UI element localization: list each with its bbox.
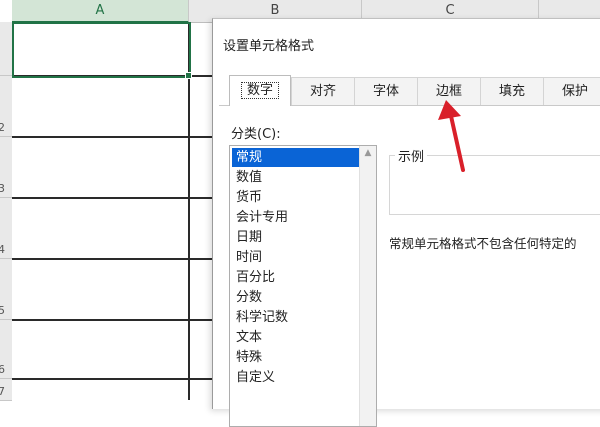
row-header-5[interactable]: 5: [0, 259, 12, 320]
row-header-7-label: 7: [0, 385, 5, 398]
category-listbox[interactable]: 常规 数值 货币 会计专用 日期 时间 百分比 分数 科学记数 文本 特殊 自定…: [229, 145, 377, 427]
sample-label: 示例: [395, 146, 428, 165]
cell-border-row-4: [12, 258, 212, 260]
category-item-general[interactable]: 常规: [232, 148, 360, 167]
tab-protection[interactable]: 保护: [543, 77, 600, 105]
tab-strip: 数字 对齐 字体 边框 填充 保护: [219, 75, 600, 106]
row-header-5-label: 5: [0, 304, 5, 317]
column-header-b-label: B: [270, 3, 280, 18]
listbox-scrollbar[interactable]: ▲: [359, 146, 376, 426]
scroll-up-icon[interactable]: ▲: [360, 148, 376, 158]
row-header-1[interactable]: [0, 22, 12, 76]
column-header-a-label: A: [95, 3, 105, 18]
row-header-4[interactable]: 4: [0, 198, 12, 259]
tab-number-label: 数字: [240, 82, 279, 99]
category-item-number[interactable]: 数值: [232, 168, 360, 187]
format-description: 常规单元格格式不包含任何特定的: [389, 236, 577, 251]
row-header-6-label: 6: [0, 363, 5, 376]
column-header-c-label: C: [445, 3, 455, 18]
category-item-custom[interactable]: 自定义: [232, 368, 360, 387]
cell-border-row-5: [12, 319, 212, 321]
category-item-fraction[interactable]: 分数: [232, 288, 360, 307]
category-item-currency[interactable]: 货币: [232, 188, 360, 207]
tab-alignment-label: 对齐: [309, 84, 336, 99]
tab-border[interactable]: 边框: [417, 77, 481, 105]
category-item-date[interactable]: 日期: [232, 228, 360, 247]
category-item-special[interactable]: 特殊: [232, 348, 360, 367]
column-header-a[interactable]: A: [12, 0, 189, 23]
row-header-3[interactable]: 3: [0, 137, 12, 198]
cell-border-row-3: [12, 197, 212, 199]
category-item-scientific[interactable]: 科学记数: [232, 308, 360, 327]
tab-font-label: 字体: [372, 84, 399, 99]
tab-alignment[interactable]: 对齐: [291, 77, 355, 105]
tab-fill[interactable]: 填充: [480, 77, 544, 105]
row-header-2-label: 2: [0, 121, 5, 134]
category-item-percentage[interactable]: 百分比: [232, 268, 360, 287]
cell-border-row-6: [12, 378, 212, 380]
dialog-title: 设置单元格格式: [223, 39, 315, 54]
row-header-3-label: 3: [0, 182, 5, 195]
tab-number[interactable]: 数字: [229, 75, 291, 106]
category-item-time[interactable]: 时间: [232, 248, 360, 267]
row-header-2[interactable]: 2: [0, 76, 12, 137]
tab-border-label: 边框: [435, 84, 462, 99]
tab-protection-label: 保护: [561, 84, 588, 99]
category-item-accounting[interactable]: 会计专用: [232, 208, 360, 227]
row-header-7[interactable]: 7: [0, 379, 12, 401]
cell-border-row-2: [12, 136, 212, 138]
active-cell-a1[interactable]: [12, 22, 191, 78]
format-cells-dialog: 设置单元格格式 数字 对齐 字体 边框 填充 保护 分类(C): 常规 数值 货…: [212, 18, 600, 427]
fill-handle[interactable]: [185, 72, 192, 79]
tab-fill-label: 填充: [498, 84, 525, 99]
category-label: 分类(C):: [231, 127, 281, 142]
row-header-6[interactable]: 6: [0, 320, 12, 379]
category-item-text[interactable]: 文本: [232, 328, 360, 347]
row-header-4-label: 4: [0, 243, 5, 256]
tab-font[interactable]: 字体: [354, 77, 418, 105]
